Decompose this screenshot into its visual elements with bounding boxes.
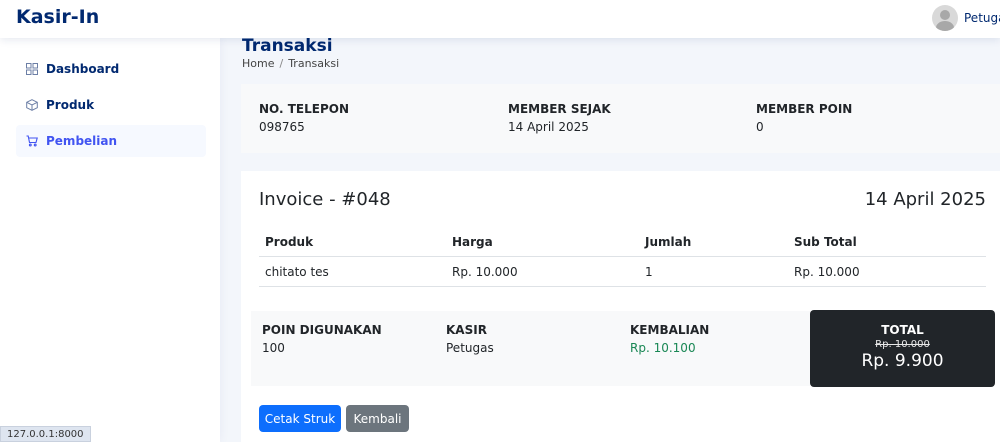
total-label: TOTAL	[881, 323, 924, 337]
top-navbar: Kasir-In Petugas	[0, 0, 1000, 38]
breadcrumb: Home / Transaksi	[242, 57, 339, 70]
cashier-value: Petugas	[446, 341, 494, 355]
grid-icon	[26, 63, 38, 75]
sidebar-item-dashboard[interactable]: Dashboard	[16, 53, 206, 85]
subtotal-cell: Rp. 10.000	[794, 264, 860, 279]
column-header: Harga	[452, 234, 493, 249]
user-name[interactable]: Petugas	[964, 11, 1000, 25]
points-label: MEMBER POIN	[756, 102, 853, 116]
total-after-discount: Rp. 9.900	[861, 351, 944, 371]
points-used-value: 100	[262, 341, 285, 355]
print-receipt-button[interactable]: Cetak Struk	[259, 405, 341, 432]
cashier-label: KASIR	[446, 323, 487, 337]
payment-summary: POIN DIGUNAKAN 100 KASIR Petugas KEMBALI…	[251, 311, 810, 386]
sidebar-item-label: Produk	[46, 98, 95, 112]
cart-icon	[26, 135, 38, 147]
member-points: MEMBER POIN 0	[756, 102, 852, 134]
change-label: KEMBALIAN	[630, 323, 710, 337]
member-info-card: NO. TELEPON 098765 MEMBER SEJAK 14 April…	[241, 84, 1000, 153]
change: KEMBALIAN Rp. 10.100	[630, 323, 709, 355]
total-box: TOTAL Rp. 10.000 Rp. 9.900	[810, 310, 995, 387]
status-bar-url: 127.0.0.1:8000	[0, 426, 91, 442]
quantity-cell: 1	[645, 264, 653, 279]
product-cell: chitato tes	[265, 264, 329, 279]
points-used-label: POIN DIGUNAKAN	[262, 323, 382, 337]
table-header: Produk Harga Jumlah Sub Total	[259, 227, 986, 257]
points-used: POIN DIGUNAKAN 100	[262, 323, 382, 355]
sidebar: Dashboard Produk Pembelian	[0, 38, 220, 442]
invoice-card: Invoice - #048 14 April 2025 Produk Harg…	[241, 171, 1000, 442]
sidebar-item-pembelian[interactable]: Pembelian	[16, 125, 206, 157]
column-header: Jumlah	[645, 234, 692, 249]
phone-label: NO. TELEPON	[259, 102, 349, 116]
member-since: MEMBER SEJAK 14 April 2025	[508, 102, 611, 134]
column-header: Sub Total	[794, 234, 857, 249]
back-button[interactable]: Kembali	[346, 405, 409, 432]
since-label: MEMBER SEJAK	[508, 102, 611, 116]
total-before-discount: Rp. 10.000	[875, 339, 930, 350]
invoice-date: 14 April 2025	[864, 189, 986, 210]
sidebar-item-label: Pembelian	[46, 134, 118, 148]
since-value: 14 April 2025	[508, 120, 589, 134]
member-phone: NO. TELEPON 098765	[259, 102, 349, 134]
avatar-icon[interactable]	[932, 5, 958, 31]
column-header: Produk	[265, 234, 314, 249]
sidebar-item-label: Dashboard	[46, 62, 120, 76]
change-value: Rp. 10.100	[630, 341, 696, 355]
cashier: KASIR Petugas	[446, 323, 494, 355]
box-icon	[26, 99, 38, 111]
price-cell: Rp. 10.000	[452, 264, 518, 279]
points-value: 0	[756, 120, 764, 134]
table-row: chitato tes Rp. 10.000 1 Rp. 10.000	[259, 257, 986, 287]
invoice-title: Invoice - #048	[259, 189, 391, 210]
brand-logo[interactable]: Kasir-In	[16, 6, 99, 28]
sidebar-item-produk[interactable]: Produk	[16, 89, 206, 121]
breadcrumb-separator: /	[279, 57, 284, 70]
phone-value: 098765	[259, 120, 305, 134]
breadcrumb-current: Transaksi	[288, 57, 340, 70]
user-profile[interactable]: Petugas	[932, 4, 1000, 32]
page-title: Transaksi	[242, 36, 333, 56]
invoice-table: Produk Harga Jumlah Sub Total chitato te…	[259, 227, 986, 287]
breadcrumb-home[interactable]: Home	[242, 57, 274, 70]
